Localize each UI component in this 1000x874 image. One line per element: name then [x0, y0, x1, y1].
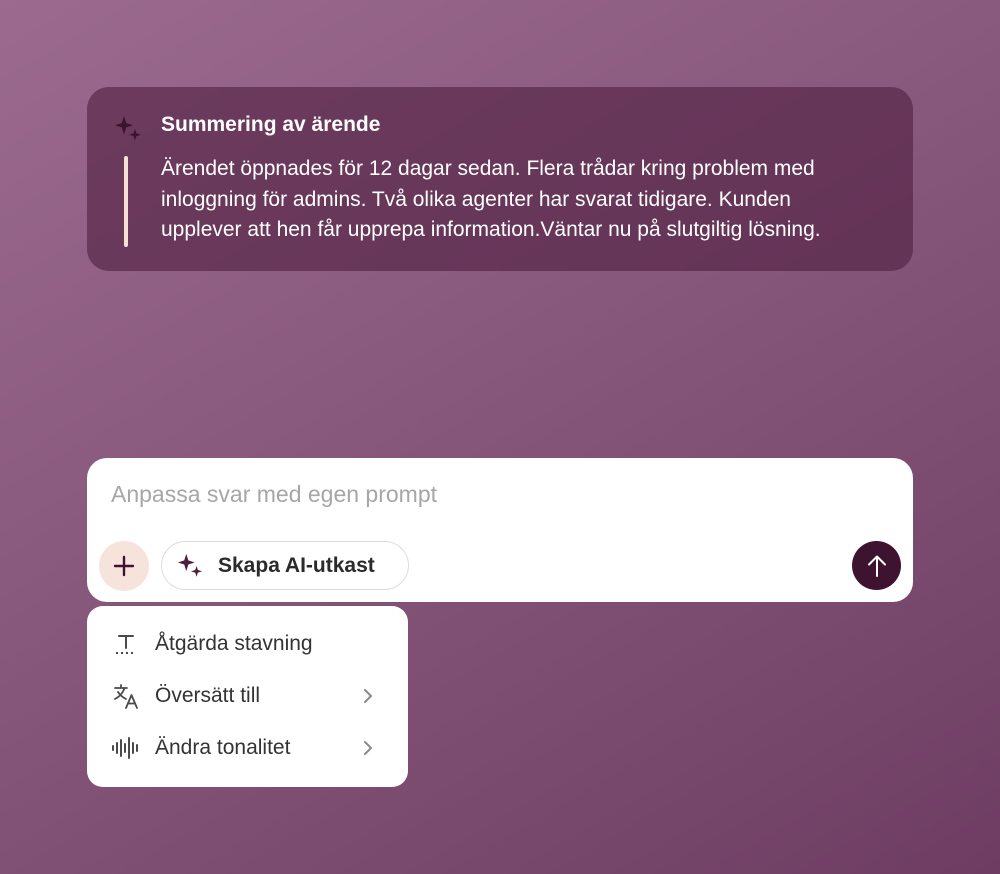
summary-line: inloggning för admins. Två olika agenter… [161, 187, 791, 211]
summary-line: Ärendet öppnades för 12 dagar sedan. Fle… [161, 157, 815, 180]
menu-item-label: Översätt till [155, 684, 261, 707]
case-summary-card: Summering av ärende Ärendet öppnades för… [87, 87, 913, 271]
spellcheck-icon [111, 629, 141, 659]
summary-title: Summering av ärende [161, 113, 381, 136]
summary-accent-bar [124, 156, 128, 247]
summary-text: Ärendet öppnades för 12 dagar sedan. Fle… [161, 154, 901, 246]
send-button[interactable] [852, 541, 901, 590]
plus-icon [113, 555, 135, 577]
menu-item-label: Ändra tonalitet [155, 736, 291, 759]
prompt-input[interactable] [111, 478, 871, 510]
menu-item-translate[interactable]: Översätt till [87, 672, 408, 720]
summary-line: upplever att hen får upprepa information… [161, 218, 821, 241]
prompt-composer: Skapa AI-utkast [87, 458, 913, 602]
arrow-up-icon [867, 555, 886, 577]
prompt-actions-menu: Åtgärda stavning Översätt till Ändra ton… [87, 606, 408, 787]
menu-item-change-tone[interactable]: Ändra tonalitet [87, 724, 408, 772]
menu-item-label: Åtgärda stavning [155, 632, 313, 655]
add-button[interactable] [99, 541, 149, 591]
sparkles-icon [177, 553, 203, 577]
chevron-right-icon [364, 741, 372, 755]
audio-wave-icon [111, 733, 141, 763]
chevron-right-icon [364, 689, 372, 703]
create-ai-draft-label: Skapa AI-utkast [218, 553, 375, 577]
sparkles-icon [115, 116, 141, 141]
create-ai-draft-button[interactable]: Skapa AI-utkast [161, 541, 409, 590]
translate-icon [111, 681, 141, 711]
menu-item-fix-spelling[interactable]: Åtgärda stavning [87, 620, 408, 668]
